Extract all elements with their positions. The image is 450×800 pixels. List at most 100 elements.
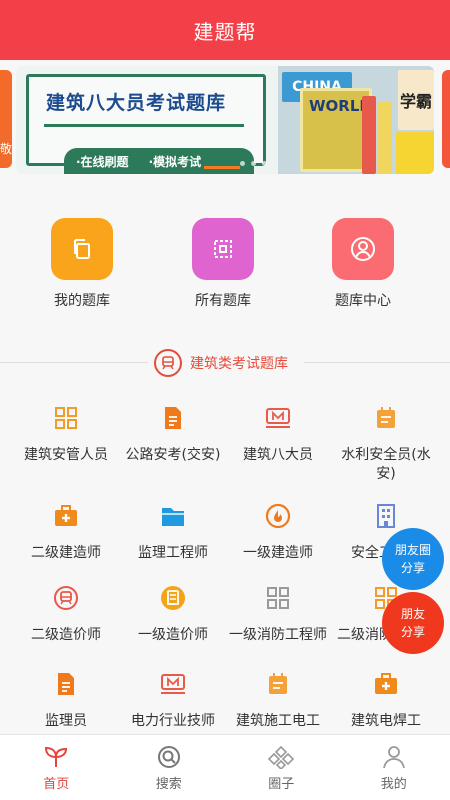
divider-line [304, 362, 450, 363]
tab-circle[interactable]: 圈子 [225, 735, 338, 800]
exam-item[interactable]: 公路安考(交安) [117, 404, 229, 465]
search-icon [157, 746, 180, 768]
indicator-dot[interactable] [240, 161, 245, 166]
exam-label: 建筑施工电工 [236, 713, 320, 729]
exam-label: 一级建造师 [243, 545, 313, 561]
divider-line [0, 362, 148, 363]
bottom-tab-bar: 首页 搜索 圈子 我的 [0, 734, 450, 800]
exam-label: 监理工程师 [138, 545, 208, 561]
diamond-cluster-icon [268, 745, 295, 769]
m-board-icon [159, 670, 187, 698]
receipt-icon [159, 584, 187, 612]
section-title-group: 建筑类考试题库 [154, 348, 288, 378]
banner-next-slide[interactable] [442, 70, 450, 168]
exam-label: 水利安全员(水安) [341, 447, 431, 482]
question-bank-center[interactable]: 题库中心 [303, 218, 423, 310]
exam-item[interactable]: 一级消防工程师 [222, 584, 334, 645]
exam-item[interactable]: 一级造价师 [117, 584, 229, 645]
tab-mine[interactable]: 我的 [338, 735, 450, 800]
building-icon [372, 502, 400, 530]
exam-item[interactable]: 建筑八大员 [222, 404, 334, 465]
app-header: 建题帮 [0, 0, 450, 60]
train-icon [154, 349, 182, 377]
my-question-bank[interactable]: 我的题库 [22, 218, 142, 310]
user-circle-icon [332, 218, 394, 280]
share-friends-button[interactable]: 朋友 分享 [382, 592, 444, 654]
share-moments-sub: 分享 [400, 561, 425, 575]
exam-item[interactable]: 一级建造师 [222, 502, 334, 563]
banner-carousel[interactable]: 敬 建筑八大员考试题库 ·在线刷题 ·模拟考试 CHINA WORLD 学霸 [0, 62, 450, 178]
person-icon [382, 746, 405, 769]
share-friends-label: 朋友 [400, 607, 425, 621]
banner-underline [44, 124, 244, 127]
fire-icon [264, 502, 292, 530]
copy-icon [51, 218, 113, 280]
exam-label: 监理员 [45, 713, 87, 729]
exam-item[interactable]: 二级造价师 [10, 584, 122, 645]
exam-item[interactable]: 监理工程师 [117, 502, 229, 563]
exam-label: 公路安考(交安) [125, 447, 221, 463]
grid-square-icon [192, 218, 254, 280]
exam-label: 一级消防工程师 [229, 627, 327, 643]
exam-label: 建筑电焊工 [351, 713, 421, 729]
exam-label: 电力行业技师 [131, 713, 215, 729]
sprout-icon [45, 746, 68, 767]
banner-prev-slide-text: 敬 [0, 142, 12, 156]
document-icon [159, 404, 187, 432]
exam-item[interactable]: 电力行业技师 [117, 670, 229, 731]
book-yellow [396, 132, 434, 174]
exam-item[interactable]: 监理员 [10, 670, 122, 731]
tab-label: 圈子 [268, 777, 295, 792]
book-spine [378, 102, 392, 174]
medical-kit-icon [372, 670, 400, 698]
quick-entry-label: 题库中心 [335, 293, 391, 309]
grid-icon [52, 404, 80, 432]
exam-item[interactable]: 水利安全员(水安) [330, 404, 442, 484]
tab-home[interactable]: 首页 [0, 735, 113, 800]
quick-entries: 我的题库 所有题库 题库中心 [0, 200, 450, 350]
book-xueba: 学霸 [398, 70, 434, 130]
exam-item[interactable]: 建筑电焊工 [330, 670, 442, 731]
exam-label: 建筑八大员 [243, 447, 313, 463]
m-board-icon [264, 404, 292, 432]
calendar-icon [372, 404, 400, 432]
calendar-icon [264, 670, 292, 698]
train-icon [52, 584, 80, 612]
exam-label: 一级造价师 [138, 627, 208, 643]
indicator-dot[interactable] [262, 161, 267, 166]
quick-entry-label: 所有题库 [195, 293, 251, 309]
section-header: 建筑类考试题库 [0, 348, 450, 378]
share-moments-label: 朋友圈 [394, 543, 431, 557]
share-friends-sub: 分享 [400, 625, 425, 639]
banner-tag-mock: ·模拟考试 [148, 154, 202, 169]
tab-label: 我的 [380, 777, 407, 792]
exam-label: 二级造价师 [31, 627, 101, 643]
all-question-banks[interactable]: 所有题库 [163, 218, 283, 310]
banner-indicator [240, 161, 267, 166]
banner-books-image: CHINA WORLD 学霸 [278, 66, 434, 174]
banner-accent [204, 166, 240, 169]
tab-search[interactable]: 搜索 [113, 735, 226, 800]
banner-board: 建筑八大员考试题库 ·在线刷题 ·模拟考试 [16, 66, 278, 174]
quick-entry-label: 我的题库 [54, 293, 110, 309]
medical-kit-icon [52, 502, 80, 530]
exam-item[interactable]: 建筑施工电工 [222, 670, 334, 731]
exam-label: 二级建造师 [31, 545, 101, 561]
banner-slide[interactable]: 建筑八大员考试题库 ·在线刷题 ·模拟考试 CHINA WORLD 学霸 [16, 66, 434, 174]
section-title: 建筑类考试题库 [190, 356, 288, 372]
tab-label: 首页 [43, 777, 70, 792]
share-moments-button[interactable]: 朋友圈 分享 [382, 528, 444, 590]
banner-tag-online: ·在线刷题 [76, 154, 129, 169]
page-title: 建题帮 [193, 19, 257, 44]
banner-tag-pill: ·在线刷题 ·模拟考试 [64, 148, 254, 174]
grid-icon [264, 584, 292, 612]
exam-item[interactable]: 二级建造师 [10, 502, 122, 563]
banner-prev-slide[interactable]: 敬 [0, 70, 12, 168]
book-spine [362, 96, 376, 174]
folder-icon [159, 502, 187, 530]
banner-title: 建筑八大员考试题库 [46, 92, 227, 114]
document-icon [52, 670, 80, 698]
exam-label: 建筑安管人员 [24, 447, 108, 463]
exam-item[interactable]: 建筑安管人员 [10, 404, 122, 465]
indicator-dot[interactable] [251, 161, 256, 166]
